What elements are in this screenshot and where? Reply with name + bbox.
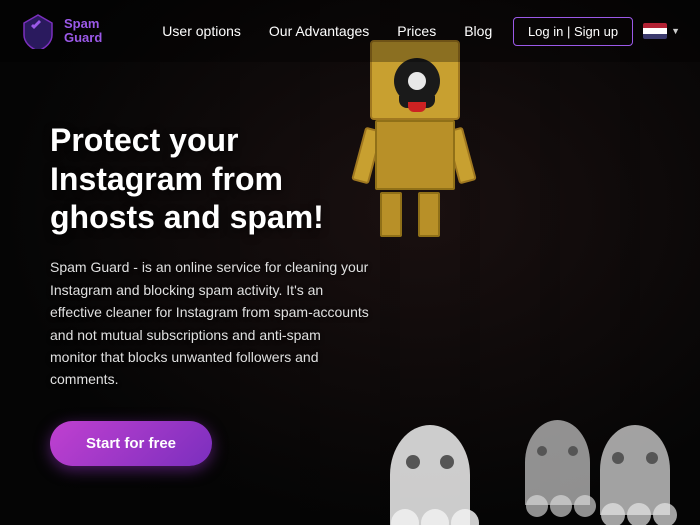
navbar: Spam Guard User options Our Advantages P… <box>0 0 700 62</box>
robot-leg-right <box>418 192 440 237</box>
ghost-figure-3 <box>525 420 590 505</box>
nav-link-our-advantages[interactable]: Our Advantages <box>269 23 369 39</box>
ghost-figure-2 <box>600 425 670 515</box>
nav-link-user-options[interactable]: User options <box>162 23 241 39</box>
ghost-wave-2 <box>600 503 678 525</box>
logo-icon <box>20 13 56 49</box>
ghost-eye-right-1 <box>440 455 454 469</box>
nav-links: User options Our Advantages Prices Blog <box>162 23 513 39</box>
logo-line1: Spam <box>64 17 102 31</box>
nav-link-prices[interactable]: Prices <box>397 23 436 39</box>
nav-right: Log in | Sign up ▼ <box>513 17 680 46</box>
start-free-button[interactable]: Start for free <box>50 421 212 466</box>
ghost-eye-right-2 <box>646 452 658 464</box>
hero-description: Spam Guard - is an online service for cl… <box>50 256 370 390</box>
chevron-down-icon: ▼ <box>671 26 680 36</box>
logo[interactable]: Spam Guard <box>20 13 102 49</box>
logo-text: Spam Guard <box>64 17 102 46</box>
hero-content: Protect your Instagram from ghosts and s… <box>0 62 420 525</box>
flag-stripe-blue <box>643 34 667 39</box>
hero-title: Protect your Instagram from ghosts and s… <box>50 121 370 236</box>
ghost-wave-3 <box>525 495 597 517</box>
language-selector[interactable]: ▼ <box>643 23 680 39</box>
login-signup-button[interactable]: Log in | Sign up <box>513 17 633 46</box>
ghost-eye-right-3 <box>568 446 578 456</box>
ghost-eye-left-2 <box>612 452 624 464</box>
nav-link-blog[interactable]: Blog <box>464 23 492 39</box>
ghost-body-2 <box>600 425 670 515</box>
ghost-body-3 <box>525 420 590 505</box>
flag-icon-us <box>643 23 667 39</box>
logo-line2: Guard <box>64 31 102 45</box>
ghost-eye-left-3 <box>537 446 547 456</box>
